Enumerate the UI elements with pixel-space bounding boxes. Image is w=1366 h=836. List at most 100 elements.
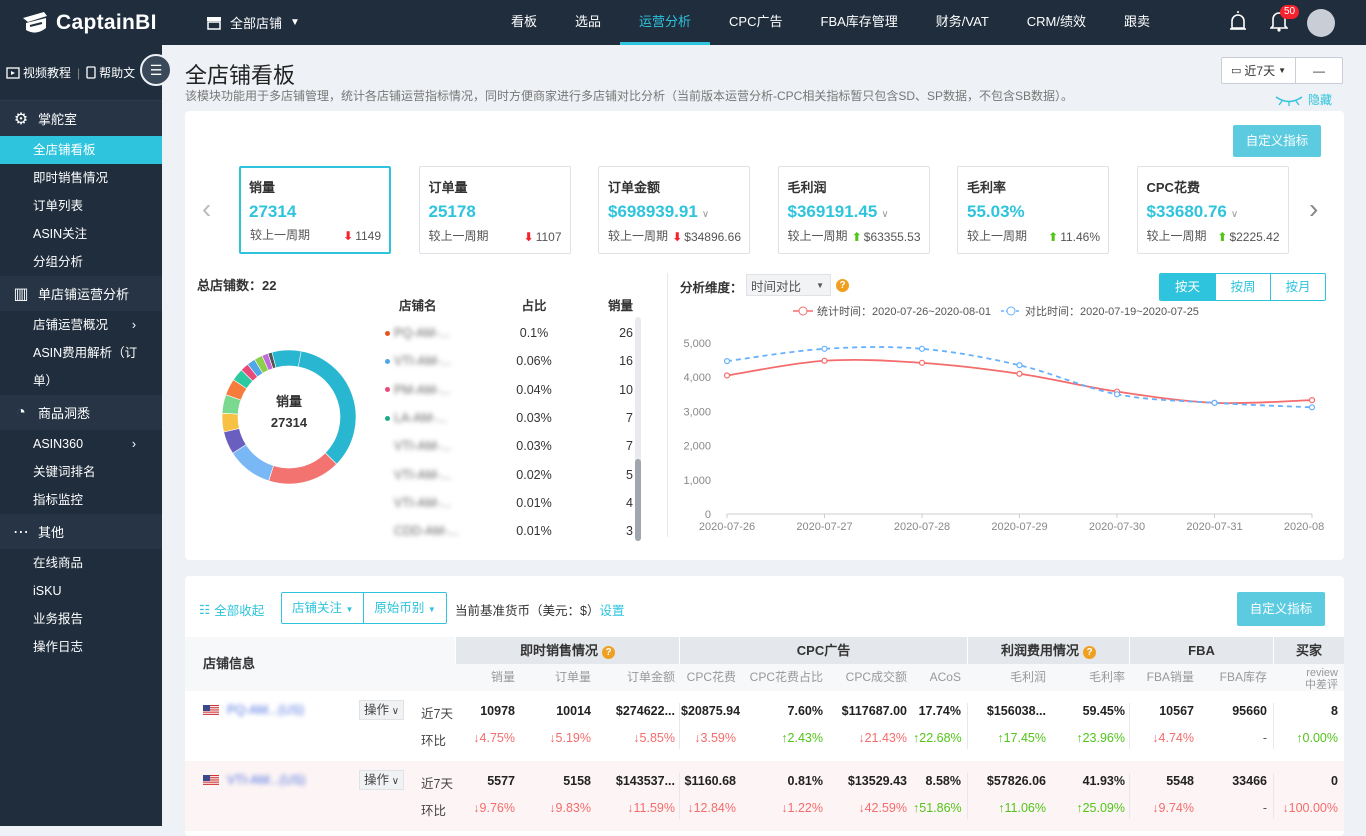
- hide-button[interactable]: 隐藏: [1274, 91, 1332, 108]
- column-header[interactable]: CPC花费占比: [742, 664, 829, 691]
- data-point[interactable]: [1016, 362, 1023, 369]
- help-icon[interactable]: ?: [602, 646, 615, 659]
- currency-dropdown[interactable]: 原始币别 ▼: [363, 593, 445, 623]
- help-doc-link[interactable]: 帮助文: [86, 64, 135, 81]
- kpi-card[interactable]: 毛利润 $369191.45 ∨ 较上一周期 ⬆ $63355.53: [777, 166, 930, 254]
- sidebar-item[interactable]: 订单列表: [0, 192, 162, 220]
- nav-item[interactable]: 跟卖: [1105, 0, 1169, 45]
- chevron-down-icon[interactable]: ∨: [881, 209, 888, 220]
- nav-item[interactable]: 选品: [556, 0, 620, 45]
- sidebar-item[interactable]: 在线商品: [0, 549, 162, 577]
- store-name-link[interactable]: VTI-AM...(US): [227, 773, 305, 787]
- data-point[interactable]: [1308, 404, 1316, 411]
- sidebar-group[interactable]: ⚙ 掌舵室: [0, 101, 162, 136]
- sidebar-group[interactable]: ◔ 商品洞悉: [0, 395, 162, 430]
- kpi-card[interactable]: 订单金额 $698939.91 ∨ 较上一周期 ⬇ $34896.66: [598, 166, 750, 254]
- column-header[interactable]: ACoS: [913, 664, 967, 691]
- sidebar-item[interactable]: 单）: [0, 367, 162, 395]
- store-rank-row[interactable]: VTI-AM-... 0.02% 5: [385, 460, 635, 488]
- date-extra[interactable]: —: [1296, 64, 1342, 78]
- data-point[interactable]: [1113, 391, 1121, 398]
- sidebar-item[interactable]: 业务报告: [0, 605, 162, 633]
- nav-item[interactable]: FBA库存管理: [802, 0, 917, 45]
- sidebar-item[interactable]: 关键词排名: [0, 458, 162, 486]
- data-point[interactable]: [821, 357, 828, 364]
- donut-slice[interactable]: [271, 349, 302, 369]
- operation-dropdown[interactable]: 操作 ∨: [359, 700, 405, 720]
- column-header[interactable]: FBA销量: [1131, 664, 1200, 691]
- nav-item[interactable]: 看板: [492, 0, 556, 45]
- series-line[interactable]: [726, 346, 1313, 409]
- data-point[interactable]: [1211, 399, 1218, 406]
- table-row[interactable]: PQ-AM...(US) 操作 ∨ 近7天 环比 10978 ↓4.75% 10014 ↓5.…: [185, 691, 1344, 761]
- data-point[interactable]: [1016, 370, 1023, 377]
- period-option[interactable]: 按天: [1160, 274, 1215, 300]
- data-point[interactable]: [723, 358, 731, 365]
- column-header[interactable]: FBA库存: [1200, 664, 1273, 691]
- video-tutorial-link[interactable]: 视频教程: [6, 64, 71, 81]
- store-rank-row[interactable]: LA-AM-... 0.03% 7: [385, 404, 635, 432]
- kpi-card[interactable]: CPC花费 $33680.76 ∨ 较上一周期 ⬆ $2225.42: [1136, 166, 1289, 254]
- column-header[interactable]: 毛利润: [967, 664, 1052, 691]
- store-rank-row[interactable]: PQ-AM-... 0.1% 26: [385, 319, 635, 347]
- column-header[interactable]: review 中差评: [1273, 664, 1344, 691]
- nav-item[interactable]: 财务/VAT: [917, 0, 1008, 45]
- collapse-sidebar-button[interactable]: ☰: [140, 54, 172, 86]
- prev-arrow-icon[interactable]: ‹: [202, 193, 211, 225]
- column-header[interactable]: 订单量: [521, 664, 597, 691]
- nav-item[interactable]: CPC广告: [710, 0, 801, 45]
- column-header[interactable]: CPC成交额: [829, 664, 913, 691]
- logo[interactable]: CaptainBI: [20, 8, 157, 38]
- sidebar-group[interactable]: ⋯ 其他: [0, 514, 162, 549]
- rank-scrollbar[interactable]: [635, 317, 641, 541]
- period-option[interactable]: 按月: [1270, 274, 1325, 300]
- data-point[interactable]: [723, 372, 731, 379]
- date-range-selector[interactable]: ▭ 近7天 ▼ —: [1221, 57, 1343, 84]
- kpi-card[interactable]: 毛利率 55.03% 较上一周期 ⬆ 11.46%: [957, 166, 1109, 254]
- column-header[interactable]: 毛利率: [1052, 664, 1131, 691]
- period-option[interactable]: 按周: [1215, 274, 1270, 300]
- data-point[interactable]: [918, 345, 926, 352]
- donut-slice[interactable]: [232, 444, 274, 482]
- collapse-all-button[interactable]: ☷ 全部收起: [199, 600, 264, 619]
- help-icon[interactable]: ?: [836, 279, 849, 292]
- alert-icon[interactable]: [1228, 10, 1248, 32]
- sidebar-item[interactable]: ASIN360 ›: [0, 430, 162, 458]
- store-follow-dropdown[interactable]: 店铺关注 ▼: [282, 593, 363, 623]
- store-name-link[interactable]: PQ-AM...(US): [227, 703, 304, 717]
- store-selector[interactable]: 全部店铺 ▼: [206, 13, 300, 32]
- sidebar-group[interactable]: ▥ 单店铺运营分析: [0, 276, 162, 311]
- currency-setting-link[interactable]: 设置: [599, 604, 624, 618]
- column-header[interactable]: CPC花费: [681, 664, 742, 691]
- nav-item[interactable]: 运营分析: [620, 0, 711, 45]
- data-point[interactable]: [918, 359, 926, 366]
- next-arrow-icon[interactable]: ›: [1309, 193, 1318, 225]
- store-rank-row[interactable]: VTI-AM-... 0.06% 16: [385, 347, 635, 375]
- sidebar-item[interactable]: ASIN关注: [0, 220, 162, 248]
- avatar[interactable]: [1307, 9, 1335, 37]
- store-rank-row[interactable]: CDD-AM-... 0.01% 3: [385, 517, 635, 545]
- store-rank-row[interactable]: VTI-AM-... 0.03% 7: [385, 432, 635, 460]
- kpi-card[interactable]: 销量 27314 较上一周期 ⬇ 1149: [239, 166, 391, 254]
- chevron-down-icon[interactable]: ∨: [1231, 209, 1238, 220]
- operation-dropdown[interactable]: 操作 ∨: [359, 770, 405, 790]
- analysis-dimension-select[interactable]: 时间对比 ▼: [746, 274, 831, 296]
- data-point[interactable]: [1308, 397, 1316, 404]
- sidebar-item[interactable]: 分组分析: [0, 248, 162, 276]
- custom-metrics-button[interactable]: 自定义指标: [1233, 125, 1321, 157]
- kpi-card[interactable]: 订单量 25178 较上一周期 ⬇ 1107: [418, 166, 571, 254]
- help-icon[interactable]: ?: [1083, 646, 1096, 659]
- table-row[interactable]: VTI-AM...(US) 操作 ∨ 近7天 环比 5577 ↓9.76% 5158 ↓9.8…: [185, 761, 1344, 831]
- legend-compare[interactable]: 对比时间：2020-07-19~2020-07-25: [1000, 303, 1199, 319]
- donut-slice[interactable]: [268, 452, 338, 485]
- legend-current[interactable]: 统计时间：2020-07-26~2020-08-01: [793, 303, 991, 319]
- nav-item[interactable]: CRM/绩效: [1008, 0, 1105, 45]
- table-custom-metrics-button[interactable]: 自定义指标: [1237, 592, 1325, 626]
- chevron-down-icon[interactable]: ∨: [702, 209, 709, 220]
- data-point[interactable]: [821, 345, 828, 352]
- sidebar-item[interactable]: 指标监控: [0, 486, 162, 514]
- sidebar-item[interactable]: 操作日志: [0, 633, 162, 661]
- column-header[interactable]: 销量: [455, 664, 521, 691]
- sidebar-item[interactable]: ASIN费用解析（订: [0, 339, 162, 367]
- sidebar-item[interactable]: 即时销售情况: [0, 164, 162, 192]
